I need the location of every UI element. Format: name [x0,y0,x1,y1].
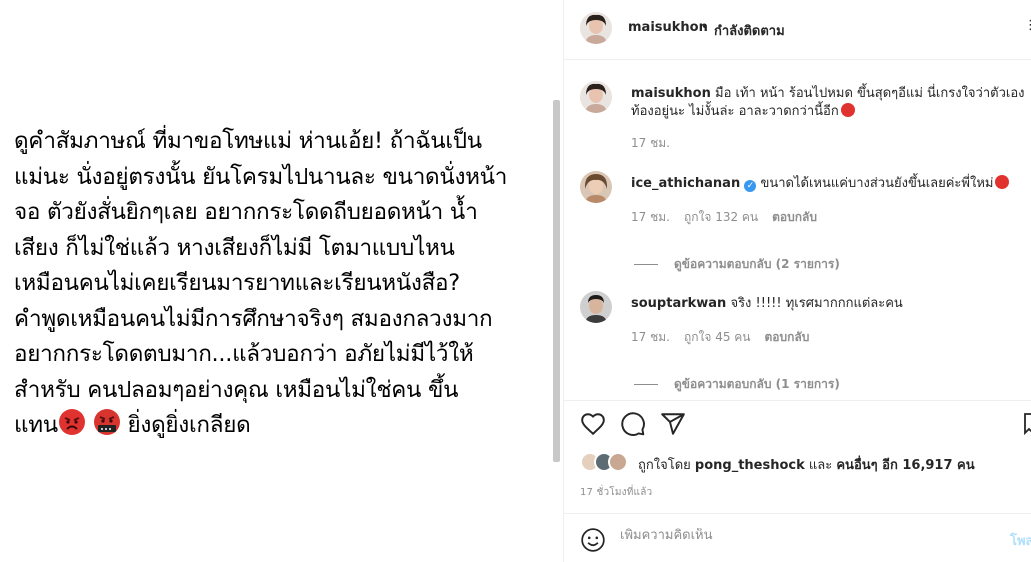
caption-comment: maisukhon มือ เท้า หน้า ร้อนไปหมด ขึ้นสุ… [580,81,1024,161]
post-image: ดูคำสัมภาษณ์ ที่มาขอโทษแม่ ห่านเอ้ย! ถ้า… [0,0,563,562]
comment-username[interactable]: souptarkwan [631,296,726,311]
liker-username[interactable]: pong_theshock [695,458,805,473]
post-line: อยากกระโดดตบมาก...แล้วบอกว่า อภัยไม่มีไว… [14,341,474,367]
post-timestamp[interactable]: 17 ชั่วโมงที่แล้ว [580,485,652,500]
post-line: ดูคำสัมภาษณ์ ที่มาขอโทษแม่ ห่านเอ้ย! ถ้า… [14,128,482,154]
comment-text: souptarkwan จริง !!!!! ทุเรศมากกกแต่ละคน [631,295,1026,313]
comment-username[interactable]: maisukhon [631,86,711,101]
cursing-face-icon [93,408,121,448]
post-comment-button[interactable]: โพสต์ [1010,530,1031,551]
view-replies-label: ดูข้อความตอบกลับ (2 รายการ) [674,257,840,271]
save-bookmark-icon[interactable] [1024,411,1031,437]
comment-like-heart-icon[interactable] [1008,181,1020,193]
post-line: คำพูดเหมือนคนไม่มีการศึกษาจริงๆ สมองกลวง… [14,305,493,332]
post-caption-image-text: ดูคำสัมภาษณ์ ที่มาขอโทษแม่ ห่านเอ้ย! ถ้า… [14,124,549,448]
angry-face-icon [58,408,86,448]
avatar[interactable] [580,81,612,113]
post-scrollbar[interactable] [553,100,560,462]
post-sidebar: maisukhon • กำลังติดตาม ⋮ maisukhon มือ … [563,0,1031,562]
comment-meta: 17 ชม. [631,134,684,153]
comment-likes[interactable]: ถูกใจ 132 คน [684,210,758,224]
avatar[interactable] [580,171,612,203]
likes-prefix: ถูกใจโดย [638,458,691,473]
comment-likes[interactable]: ถูกใจ 45 คน [684,330,751,344]
comment-time: 17 ชม. [631,210,670,224]
username-link[interactable]: maisukhon [628,20,708,35]
comment-item: ice_athichanan ✓ ขนาดได้เหนแค่บางส่วนยัง… [580,171,1020,271]
emoji-icon[interactable] [580,527,606,553]
comment-content: ขนาดได้เหนแค่บางส่วนยังขึ้นเลยค่ะพี่ใหม่ [760,176,994,191]
post-line: เสียง ก็ไม่ใช่แล้ว หางเสียงก็ไม่มี โตมาแ… [14,234,455,261]
comment-meta: 17 ชม. ถูกใจ 45 คน ตอบกลับ [631,328,823,347]
comment-time: 17 ชม. [631,330,670,344]
view-replies-button[interactable]: ดูข้อความตอบกลับ (1 รายการ) [634,375,840,394]
comment-content: จริง !!!!! ทุเรศมากกกแต่ละคน [730,296,903,311]
post-line-end: ยิ่งดูยิ่งเกลียด [120,412,251,438]
comment-username[interactable]: ice_athichanan [631,176,740,191]
comment-text: ice_athichanan ✓ ขนาดได้เหนแค่บางส่วนยัง… [631,175,1026,193]
reply-button[interactable]: ตอบกลับ [772,210,817,224]
post-line: แม่นะ นั่งอยู่ตรงนั้น ยันโครมไปนานละ ขนา… [14,163,508,190]
following-button[interactable]: กำลังติดตาม [714,20,785,41]
comment-time: 17 ชม. [631,136,670,150]
likes-summary: ถูกใจโดย pong_theshock และ คนอื่นๆ อีก 1… [580,452,1020,474]
more-options-icon[interactable]: ⋮ [1024,18,1031,33]
likes-and: และ [808,458,833,473]
comments-list: maisukhon มือ เท้า หน้า ร้อนไปหมด ขึ้นสุ… [564,61,1031,401]
comment-input[interactable] [620,528,990,543]
divider [634,264,658,265]
post-line: เหมือนคนไม่เคยเรียนมารยาทและเรียนหนังสือ… [14,270,460,296]
like-heart-icon[interactable] [580,411,606,437]
post-line: จอ ตัวยังสั่นยิกๆเลย อยากกระโดดถีบยอดหน้… [14,199,478,225]
angry-face-icon [840,103,855,117]
view-replies-label: ดูข้อความตอบกลับ (1 รายการ) [674,377,840,391]
post-line: แทน [14,412,58,438]
comment-meta: 17 ชม. ถูกใจ 132 คน ตอบกลับ [631,208,831,227]
avatar[interactable] [580,12,612,44]
avatar[interactable] [580,291,612,323]
likes-text: ถูกใจโดย pong_theshock และ คนอื่นๆ อีก 1… [638,454,975,475]
liker-avatar[interactable] [608,452,628,472]
likes-others-link[interactable]: คนอื่นๆ อีก 16,917 คน [836,458,974,473]
comment-bubble-icon[interactable] [620,411,646,437]
verified-badge-icon: ✓ [744,180,757,192]
action-bar [564,400,1031,450]
divider [634,384,658,385]
comment-text: maisukhon มือ เท้า หน้า ร้อนไปหมด ขึ้นสุ… [631,85,1026,121]
share-send-icon[interactable] [660,411,686,437]
add-comment-bar: โพสต์ [564,513,1031,562]
view-replies-button[interactable]: ดูข้อความตอบกลับ (2 รายการ) [634,255,840,274]
comment-item: souptarkwan จริง !!!!! ทุเรศมากกกแต่ละคน… [580,291,1020,391]
post-header: maisukhon • กำลังติดตาม ⋮ [564,0,1031,60]
post-line: สำหรับ คนปลอมๆอย่างคุณ เหมือนไม่ใช่คน ขึ… [14,376,459,403]
separator-dot: • [701,20,709,35]
reply-button[interactable]: ตอบกลับ [765,330,810,344]
